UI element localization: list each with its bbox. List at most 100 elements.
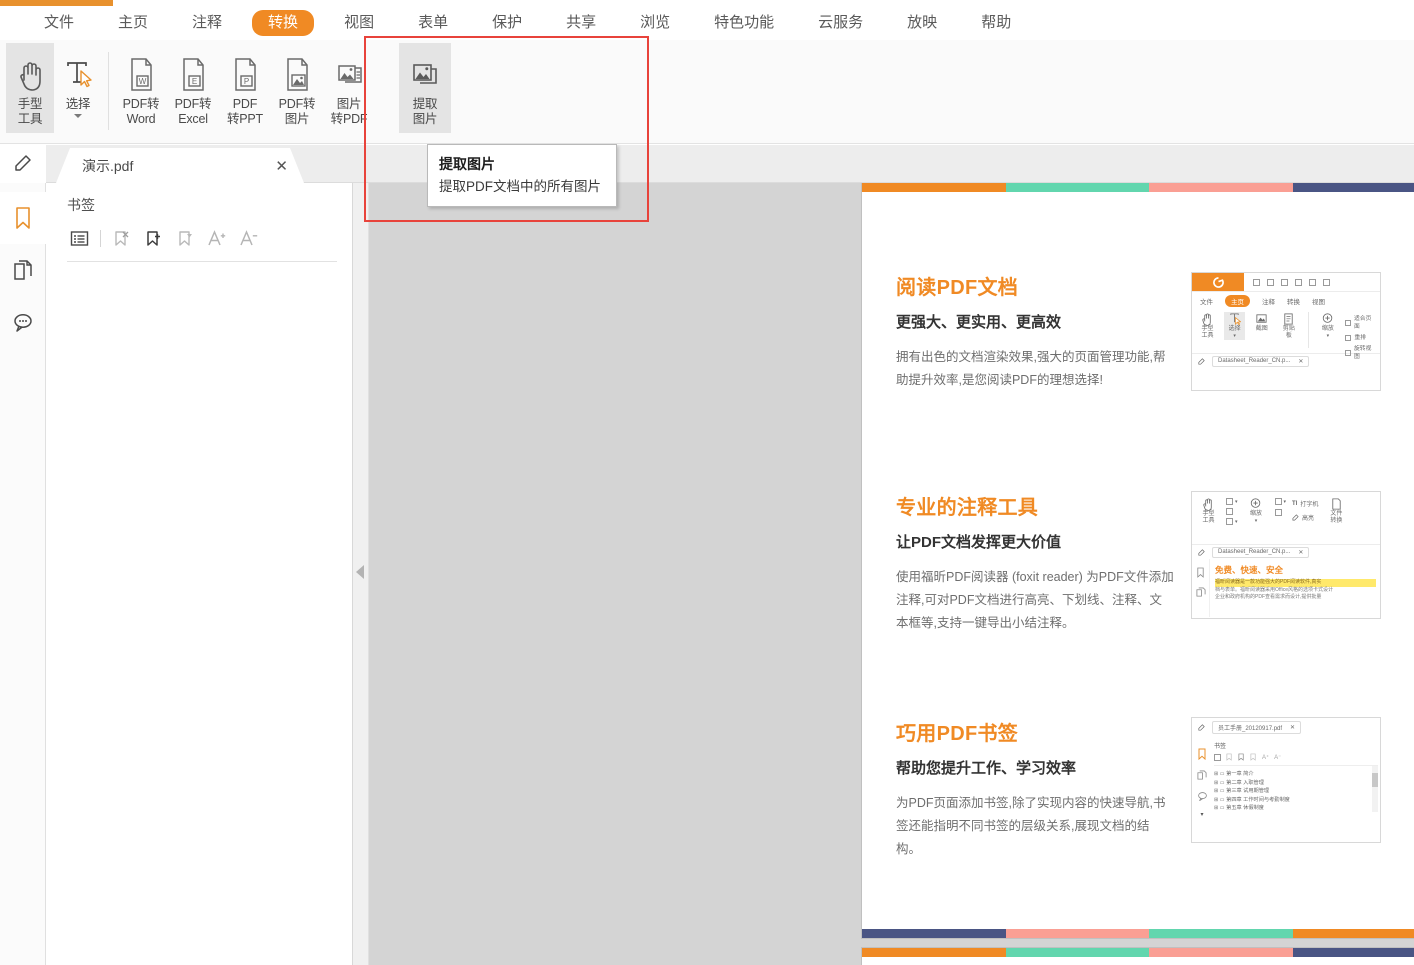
extract-image-label-line1: 提取 xyxy=(412,97,438,111)
bookmark-panel-rule xyxy=(67,261,337,262)
document-viewport[interactable]: 阅读PDF文档 更强大、更实用、更高效 拥有出色的文档渲染效果,强大的页面管理功… xyxy=(353,183,1414,965)
caret-icon-2: ▾ xyxy=(1235,518,1238,525)
clipboard-small-icon xyxy=(1226,518,1233,525)
pdf-to-word-label-line2: Word xyxy=(126,112,156,126)
image-to-pdf-button[interactable]: 图片 转PDF xyxy=(323,43,375,133)
bookmark-icon[interactable] xyxy=(0,192,46,244)
mini-doc-line2: 档与表单。福昕阅读器采用Office风格的选项卡式设计 xyxy=(1215,586,1333,593)
select-tool-button[interactable]: 选择 xyxy=(54,43,102,133)
pdf-to-ppt-button[interactable]: P PDF 转PPT xyxy=(219,43,271,133)
mini-close-icon-3: ✕ xyxy=(1290,724,1296,731)
mini-add-bookmark-icon xyxy=(1238,753,1244,761)
mini-hand-tool-2-l1: 手型 xyxy=(1202,511,1215,517)
mini-clipboard-l2: 板 xyxy=(1285,333,1292,339)
mini-file-tab-row-3: 员工手册_20120917.pdf ✕ xyxy=(1192,718,1380,736)
caret-icon-3: ▾ xyxy=(1283,498,1287,505)
bookmark-panel-title: 书签 xyxy=(67,197,95,213)
chevron-down-icon[interactable] xyxy=(74,114,82,118)
mini-hand-tool-2-l2: 工具 xyxy=(1202,518,1215,524)
page2-colorbar-teal xyxy=(1005,948,1150,957)
pdf-to-word-button[interactable]: W PDF转 Word xyxy=(115,43,167,133)
menu-item-features[interactable]: 特色功能 xyxy=(700,10,788,36)
mini-clipboard-tool: 剪贴 板 xyxy=(1278,312,1299,340)
mini-select-tool: 选择 ▾ xyxy=(1224,312,1246,340)
list-view-icon[interactable] xyxy=(64,225,94,251)
menu-item-browse[interactable]: 浏览 xyxy=(626,10,684,36)
add-bookmark-icon[interactable] xyxy=(139,225,169,251)
mini-doc-line1: 福昕阅读器是一款功能强大的PDF阅读软件,真实 xyxy=(1215,579,1376,587)
save-icon xyxy=(1267,278,1274,286)
mini-quick-access-icons xyxy=(1244,273,1380,291)
pdf-to-excel-label-line1: PDF转 xyxy=(174,97,212,111)
mini-bookmark-item: ⊞ ▭ 第二章 入职管理 xyxy=(1214,779,1264,786)
bookmark-panel-toolbar xyxy=(46,223,352,253)
page-up-icon xyxy=(1274,498,1282,505)
pdf-section-bookmarks: 巧用PDF书签 帮助您提升工作、学习效率 为PDF页面添加书签,除了实现内容的快… xyxy=(896,717,1386,891)
menu-item-help[interactable]: 帮助 xyxy=(967,10,1025,36)
section-1-body: 拥有出色的文档渲染效果,强大的页面管理功能,帮助提升效率,是您阅读PDF的理想选… xyxy=(896,350,1166,387)
mini-pages-icon-2 xyxy=(1197,770,1207,780)
section-3-body: 为PDF页面添加书签,除了实现内容的快速导航,书签还能指明不同书签的层级关系,展… xyxy=(896,796,1166,856)
undo-icon xyxy=(1323,278,1330,286)
mini-doc-heading: 免费、快速、安全 xyxy=(1215,565,1284,575)
image-to-pdf-label-line2: 转PDF xyxy=(330,112,368,126)
tooltip-description: 提取PDF文档中的所有图片 xyxy=(439,179,601,194)
rail-edit-tool-slot xyxy=(0,145,46,183)
menu-item-protect[interactable]: 保护 xyxy=(478,10,536,36)
pdf-to-excel-label-line2: Excel xyxy=(178,112,208,126)
pages-icon[interactable] xyxy=(0,244,46,296)
extract-image-button[interactable]: 提取 图片 xyxy=(399,43,451,133)
page2-colorbar-orange xyxy=(862,948,1006,957)
menu-item-view[interactable]: 视图 xyxy=(330,10,388,36)
menu-item-file[interactable]: 文件 xyxy=(30,10,88,36)
pdf-to-ppt-icon: P xyxy=(228,53,262,97)
extract-image-icon xyxy=(407,53,443,97)
colorbar-segment-navy xyxy=(1292,183,1414,192)
rotate-view-icon xyxy=(1345,350,1351,356)
hand-tool-button[interactable]: 手型 工具 xyxy=(6,43,54,133)
new-icon xyxy=(1309,278,1316,286)
edit-pencil-icon[interactable] xyxy=(0,138,46,190)
mini-decrease-font-icon: A⁻ xyxy=(1274,754,1282,761)
pdf-page-1: 阅读PDF文档 更强大、更实用、更高效 拥有出色的文档渲染效果,强大的页面管理功… xyxy=(862,183,1414,938)
menu-item-present[interactable]: 放映 xyxy=(893,10,951,36)
pdf-to-image-button[interactable]: PDF转 图片 xyxy=(271,43,323,133)
extract-image-tooltip: 提取图片 提取PDF文档中的所有图片 xyxy=(427,144,617,207)
mini-titlebar xyxy=(1192,273,1380,292)
bookmark-options-icon[interactable] xyxy=(171,225,201,251)
pdf-to-excel-button[interactable]: E PDF转 Excel xyxy=(167,43,219,133)
document-tab[interactable]: 演示.pdf ✕ xyxy=(56,148,304,183)
toolbar-divider xyxy=(100,229,101,247)
pdf-section-reading: 阅读PDF文档 更强大、更实用、更高效 拥有出色的文档渲染效果,强大的页面管理功… xyxy=(896,272,1386,475)
mini-view-options: 适合页面 重排 旋转视图 xyxy=(1345,312,1375,361)
mini-bookmark-rail: ▾ xyxy=(1192,736,1212,842)
colorbar-segment-orange xyxy=(862,183,1006,192)
select-tool-label: 选择 xyxy=(65,97,91,111)
comments-icon[interactable] xyxy=(0,296,46,348)
svg-text:P: P xyxy=(244,77,249,86)
colorbar-bottom-teal xyxy=(1149,929,1293,938)
menu-item-cloud[interactable]: 云服务 xyxy=(804,10,877,36)
collapse-panel-icon[interactable] xyxy=(356,565,364,579)
pdf-page-2 xyxy=(862,948,1414,965)
increase-font-icon[interactable] xyxy=(203,225,233,251)
panel-splitter[interactable] xyxy=(353,183,369,965)
mini-bookmark-panel: 书签 A⁺ A⁻ ⊞ ▭ 第一章 简介 ⊞ ▭ 第二章 入职管理 ⊞ ▭ 第三章… xyxy=(1212,736,1380,842)
mini-zoom-2-caret: ▾ xyxy=(1254,518,1258,524)
delete-bookmark-icon[interactable] xyxy=(107,225,137,251)
decrease-font-icon[interactable] xyxy=(235,225,265,251)
menu-item-share[interactable]: 共享 xyxy=(552,10,610,36)
colorbar-segment-salmon xyxy=(1149,183,1293,192)
hand-tool-label-line1: 手型 xyxy=(17,97,43,111)
menu-item-convert[interactable]: 转换 xyxy=(252,10,315,36)
menu-item-form[interactable]: 表单 xyxy=(404,10,462,36)
tab-filename: 演示.pdf xyxy=(82,157,134,174)
page-bottom-colorbar xyxy=(862,929,1414,938)
menu-item-home[interactable]: 主页 xyxy=(104,10,162,36)
colorbar-segment-teal xyxy=(1005,183,1150,192)
mini-close-icon: ✕ xyxy=(1298,358,1304,365)
close-icon[interactable]: ✕ xyxy=(271,157,292,175)
menu-item-comment[interactable]: 注释 xyxy=(178,10,236,36)
mini-annotate-small-icons: ▾ ▾ xyxy=(1226,497,1238,525)
export-icon xyxy=(1295,278,1302,286)
